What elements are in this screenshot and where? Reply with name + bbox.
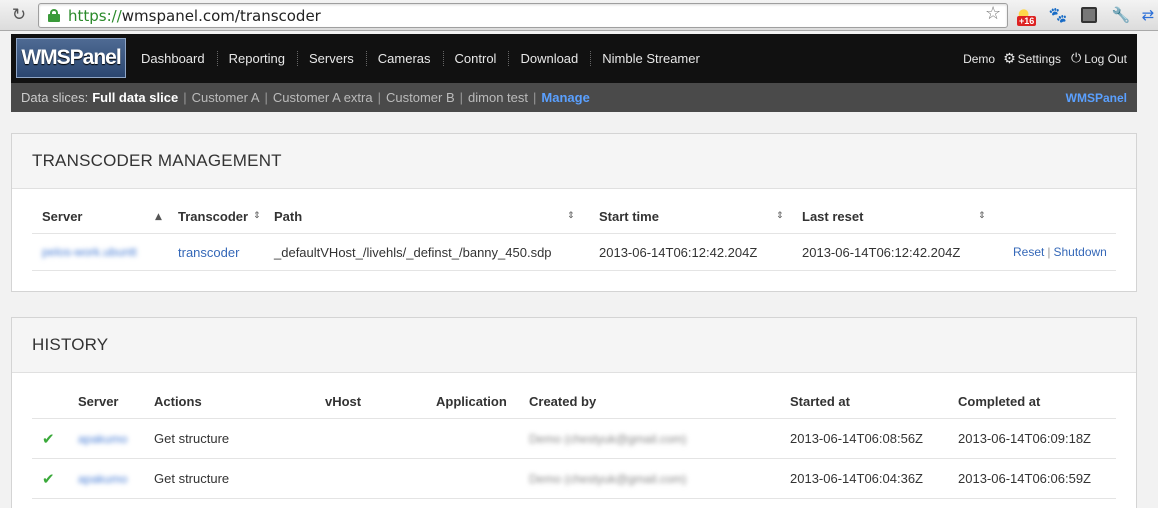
slice-active[interactable]: Full data slice xyxy=(92,90,178,105)
logout-link[interactable]: ⏻ Log Out xyxy=(1071,51,1127,66)
created-by-value: Demo (chestyuk@gmail.com) xyxy=(529,471,687,486)
row-actions: Reset | Shutdown xyxy=(1013,245,1107,259)
box-extension-icon[interactable] xyxy=(1078,4,1100,26)
brand-link[interactable]: WMSPanel xyxy=(1066,91,1127,105)
wrench-icon[interactable]: 🔧 xyxy=(1110,4,1132,26)
address-bar[interactable]: https:// wmspanel.com/transcoder xyxy=(38,3,1008,28)
action-value: Get structure xyxy=(154,431,230,446)
paw-extension-icon[interactable]: 🐾 xyxy=(1047,4,1069,26)
nav-cameras[interactable]: Cameras xyxy=(365,34,443,83)
slice-separator: | xyxy=(264,90,268,105)
shutdown-link[interactable]: Shutdown xyxy=(1053,245,1106,259)
main-nav: Dashboard Reporting Servers Cameras Cont… xyxy=(129,34,712,83)
col-last-reset[interactable]: Last reset xyxy=(802,200,863,233)
col-vhost[interactable]: vHost xyxy=(325,384,361,418)
user-nav: Demo ⚙ Settings ⏻ Log Out xyxy=(955,34,1127,83)
settings-label: Settings xyxy=(1017,51,1061,66)
col-completed-at[interactable]: Completed at xyxy=(958,384,1040,418)
history-title: HISTORY xyxy=(12,318,1136,373)
slice-separator: | xyxy=(459,90,464,105)
completed-at-value: 2013-06-14T06:06:59Z xyxy=(958,471,1091,486)
table-row: pelos-work.ubuntt transcoder _defaultVHo… xyxy=(32,234,1116,271)
table-row: ✔ apakumo Get structure Demo (chestyuk@g… xyxy=(32,459,1116,499)
success-check-icon: ✔ xyxy=(42,429,55,448)
col-transcoder[interactable]: Transcoder xyxy=(178,200,248,233)
user-link[interactable]: Demo xyxy=(963,52,995,66)
transcoder-link[interactable]: transcoder xyxy=(178,234,239,270)
created-by-value: Demo (chestyuk@gmail.com) xyxy=(529,431,687,446)
site-header: WMSPanel Dashboard Reporting Servers Cam… xyxy=(11,34,1137,83)
start-time-value: 2013-06-14T06:12:42.204Z xyxy=(599,244,758,260)
gear-icon: ⚙ xyxy=(1003,50,1016,67)
slice-customer-b[interactable]: Customer B xyxy=(386,90,455,105)
col-server[interactable]: Server xyxy=(78,384,118,418)
completed-at-value: 2013-06-14T06:09:18Z xyxy=(958,431,1091,446)
server-link[interactable]: pelos-work.ubuntt xyxy=(42,234,137,270)
extension-icon[interactable]: ⇄ xyxy=(1137,4,1158,26)
slice-customer-a[interactable]: Customer A xyxy=(192,90,260,105)
nav-control[interactable]: Control xyxy=(442,34,509,83)
server-link[interactable]: apakumo xyxy=(78,459,127,498)
slice-separator: | xyxy=(183,90,187,105)
nav-dashboard[interactable]: Dashboard xyxy=(129,34,217,83)
action-value: Get structure xyxy=(154,471,230,486)
nav-download[interactable]: Download xyxy=(508,34,590,83)
col-started-at[interactable]: Started at xyxy=(790,384,850,418)
path-value: _defaultVHost_/livehls/_definst_/banny_4… xyxy=(274,244,552,260)
col-path[interactable]: Path xyxy=(274,200,302,233)
nav-servers[interactable]: Servers xyxy=(296,34,366,83)
power-icon: ⏻ xyxy=(1071,51,1082,66)
slice-dimon-test[interactable]: dimon test xyxy=(468,90,528,105)
col-server[interactable]: Server xyxy=(42,200,82,233)
lock-icon xyxy=(48,9,60,22)
started-at-value: 2013-06-14T06:08:56Z xyxy=(790,431,923,446)
bookmark-star-icon[interactable]: ☆ xyxy=(985,3,1001,24)
nav-reporting[interactable]: Reporting xyxy=(216,34,297,83)
transcoder-panel: TRANSCODER MANAGEMENT Server ▲ Transcode… xyxy=(11,133,1137,292)
table-header: Server Actions vHost Application Created… xyxy=(32,384,1116,419)
data-slices-bar: Data slices: Full data slice | Customer … xyxy=(11,83,1137,112)
sort-icon[interactable]: ⇕ xyxy=(978,211,986,221)
logout-label: Log Out xyxy=(1084,51,1127,66)
table-header: Server ▲ Transcoder ⇕ Path ⇕ Start time … xyxy=(32,200,1116,234)
transcoder-title: TRANSCODER MANAGEMENT xyxy=(12,134,1136,189)
slices-label: Data slices: xyxy=(21,90,89,105)
slice-separator: | xyxy=(377,90,381,105)
browser-toolbar: ↻ https:// wmspanel.com/transcoder ☆ +16… xyxy=(0,0,1158,31)
settings-link[interactable]: ⚙ Settings xyxy=(1003,51,1061,67)
table-row: ✔ apakumo Get structure Demo (chestyuk@g… xyxy=(32,419,1116,459)
col-application[interactable]: Application xyxy=(436,384,507,418)
reset-link[interactable]: Reset xyxy=(1013,245,1044,259)
last-reset-value: 2013-06-14T06:12:42.204Z xyxy=(802,244,961,260)
sort-icon[interactable]: ⇕ xyxy=(567,211,575,221)
success-check-icon: ✔ xyxy=(42,469,55,488)
history-panel: HISTORY Server Actions vHost Application… xyxy=(11,317,1137,508)
weather-extension-icon[interactable]: +16 xyxy=(1015,4,1037,26)
nav-nimble-streamer[interactable]: Nimble Streamer xyxy=(590,34,712,83)
col-start-time[interactable]: Start time xyxy=(599,200,659,233)
slice-separator: | xyxy=(533,90,537,105)
manage-slices-link[interactable]: Manage xyxy=(541,90,589,105)
weather-badge: +16 xyxy=(1017,16,1037,26)
server-link[interactable]: apakumo xyxy=(78,419,127,458)
reload-icon[interactable]: ↻ xyxy=(8,3,30,27)
sort-icon[interactable]: ⇕ xyxy=(776,211,784,221)
wmspanel-logo[interactable]: WMSPanel xyxy=(16,38,126,78)
sort-asc-icon[interactable]: ▲ xyxy=(155,212,162,222)
slice-customer-a-extra[interactable]: Customer A extra xyxy=(273,90,373,105)
started-at-value: 2013-06-14T06:04:36Z xyxy=(790,471,923,486)
url-scheme: https:// xyxy=(68,6,122,25)
col-created-by[interactable]: Created by xyxy=(529,384,596,418)
url-path: wmspanel.com/transcoder xyxy=(121,6,321,25)
col-actions[interactable]: Actions xyxy=(154,384,202,418)
sort-icon[interactable]: ⇕ xyxy=(253,211,261,221)
